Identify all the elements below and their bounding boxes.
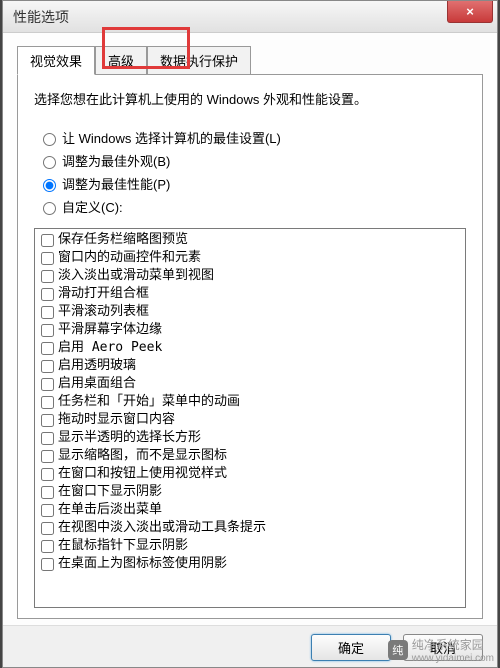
list-item[interactable]: 滑动打开组合框 xyxy=(39,285,461,303)
list-item[interactable]: 在窗口和按钮上使用视觉样式 xyxy=(39,465,461,483)
button-row: 确定 取消 xyxy=(3,625,497,667)
tab-visual-effects[interactable]: 视觉效果 xyxy=(17,46,95,75)
list-item[interactable]: 显示半透明的选择长方形 xyxy=(39,429,461,447)
list-item[interactable]: 在鼠标指针下显示阴影 xyxy=(39,537,461,555)
option-checkbox[interactable] xyxy=(41,234,54,247)
list-item[interactable]: 平滑滚动列表框 xyxy=(39,303,461,321)
radio-label: 自定义(C): xyxy=(62,197,123,216)
list-item[interactable]: 任务栏和「开始」菜单中的动画 xyxy=(39,393,461,411)
option-label: 启用 Aero Peek xyxy=(58,339,162,357)
radio-custom[interactable]: 自定义(C): xyxy=(38,197,466,216)
description-text: 选择您想在此计算机上使用的 Windows 外观和性能设置。 xyxy=(34,89,466,108)
close-button[interactable]: × xyxy=(447,1,493,23)
tab-strip: 视觉效果 高级 数据执行保护 xyxy=(17,45,483,74)
radio-custom-input[interactable] xyxy=(43,202,56,215)
option-checkbox[interactable] xyxy=(41,468,54,481)
titlebar: 性能选项 × xyxy=(3,1,497,33)
option-checkbox[interactable] xyxy=(41,522,54,535)
option-checkbox[interactable] xyxy=(41,432,54,445)
option-checkbox[interactable] xyxy=(41,378,54,391)
tab-label: 高级 xyxy=(108,54,134,69)
option-checkbox[interactable] xyxy=(41,342,54,355)
list-item[interactable]: 在窗口下显示阴影 xyxy=(39,483,461,501)
list-item[interactable]: 在视图中淡入淡出或滑动工具条提示 xyxy=(39,519,461,537)
ok-button[interactable]: 确定 xyxy=(311,634,391,661)
option-label: 在窗口下显示阴影 xyxy=(58,483,162,501)
tab-panel-visual-effects: 选择您想在此计算机上使用的 Windows 外观和性能设置。 让 Windows… xyxy=(17,74,483,619)
cancel-button[interactable]: 取消 xyxy=(403,634,483,661)
window-title: 性能选项 xyxy=(13,7,69,27)
close-icon: × xyxy=(466,4,474,19)
list-item[interactable]: 启用桌面组合 xyxy=(39,375,461,393)
tab-label: 视觉效果 xyxy=(30,54,82,69)
option-checkbox[interactable] xyxy=(41,360,54,373)
option-checkbox[interactable] xyxy=(41,306,54,319)
option-label: 拖动时显示窗口内容 xyxy=(58,411,175,429)
radio-best-look[interactable]: 调整为最佳外观(B) xyxy=(38,151,466,170)
option-label: 显示缩略图，而不是显示图标 xyxy=(58,447,227,465)
list-item[interactable]: 在单击后淡出菜单 xyxy=(39,501,461,519)
list-item[interactable]: 拖动时显示窗口内容 xyxy=(39,411,461,429)
list-item[interactable]: 平滑屏幕字体边缘 xyxy=(39,321,461,339)
radio-best-look-input[interactable] xyxy=(43,156,56,169)
option-label: 窗口内的动画控件和元素 xyxy=(58,249,201,267)
option-label: 平滑滚动列表框 xyxy=(58,303,149,321)
tab-advanced[interactable]: 高级 xyxy=(95,46,147,75)
tab-label: 数据执行保护 xyxy=(160,54,238,69)
radio-best-perf-input[interactable] xyxy=(43,179,56,192)
option-label: 淡入淡出或滑动菜单到视图 xyxy=(58,267,214,285)
list-item[interactable]: 窗口内的动画控件和元素 xyxy=(39,249,461,267)
list-item[interactable]: 保存任务栏缩略图预览 xyxy=(39,231,461,249)
option-label: 任务栏和「开始」菜单中的动画 xyxy=(58,393,240,411)
option-label: 在窗口和按钮上使用视觉样式 xyxy=(58,465,227,483)
radio-label: 调整为最佳性能(P) xyxy=(62,174,170,193)
dialog-window: 性能选项 × 视觉效果 高级 数据执行保护 选择您想在此计算机上使用的 Wind… xyxy=(2,0,498,668)
option-label: 显示半透明的选择长方形 xyxy=(58,429,201,447)
option-label: 启用桌面组合 xyxy=(58,375,136,393)
option-checkbox[interactable] xyxy=(41,414,54,427)
list-item[interactable]: 启用 Aero Peek xyxy=(39,339,461,357)
option-label: 平滑屏幕字体边缘 xyxy=(58,321,162,339)
option-checkbox[interactable] xyxy=(41,252,54,265)
option-checkbox[interactable] xyxy=(41,504,54,517)
button-label: 确定 xyxy=(338,641,364,656)
option-checkbox[interactable] xyxy=(41,486,54,499)
option-checkbox[interactable] xyxy=(41,288,54,301)
option-label: 启用透明玻璃 xyxy=(58,357,136,375)
option-label: 滑动打开组合框 xyxy=(58,285,149,303)
list-item[interactable]: 淡入淡出或滑动菜单到视图 xyxy=(39,267,461,285)
option-checkbox[interactable] xyxy=(41,324,54,337)
option-label: 在桌面上为图标标签使用阴影 xyxy=(58,555,227,573)
option-checkbox[interactable] xyxy=(41,540,54,553)
radio-auto-input[interactable] xyxy=(43,133,56,146)
radio-label: 调整为最佳外观(B) xyxy=(62,151,170,170)
option-label: 在视图中淡入淡出或滑动工具条提示 xyxy=(58,519,266,537)
option-checkbox[interactable] xyxy=(41,450,54,463)
option-label: 在鼠标指针下显示阴影 xyxy=(58,537,188,555)
list-item[interactable]: 显示缩略图，而不是显示图标 xyxy=(39,447,461,465)
list-item[interactable]: 在桌面上为图标标签使用阴影 xyxy=(39,555,461,573)
radio-group: 让 Windows 选择计算机的最佳设置(L) 调整为最佳外观(B) 调整为最佳… xyxy=(38,124,466,220)
option-checkbox[interactable] xyxy=(41,270,54,283)
option-checkbox[interactable] xyxy=(41,558,54,571)
option-label: 在单击后淡出菜单 xyxy=(58,501,162,519)
content-area: 视觉效果 高级 数据执行保护 选择您想在此计算机上使用的 Windows 外观和… xyxy=(3,33,497,625)
option-checkbox[interactable] xyxy=(41,396,54,409)
options-listbox[interactable]: 保存任务栏缩略图预览窗口内的动画控件和元素淡入淡出或滑动菜单到视图滑动打开组合框… xyxy=(34,228,466,608)
radio-auto[interactable]: 让 Windows 选择计算机的最佳设置(L) xyxy=(38,128,466,147)
radio-best-perf[interactable]: 调整为最佳性能(P) xyxy=(38,174,466,193)
list-item[interactable]: 启用透明玻璃 xyxy=(39,357,461,375)
tab-dep[interactable]: 数据执行保护 xyxy=(147,46,251,75)
radio-label: 让 Windows 选择计算机的最佳设置(L) xyxy=(62,128,281,147)
button-label: 取消 xyxy=(430,641,456,656)
option-label: 保存任务栏缩略图预览 xyxy=(58,231,188,249)
